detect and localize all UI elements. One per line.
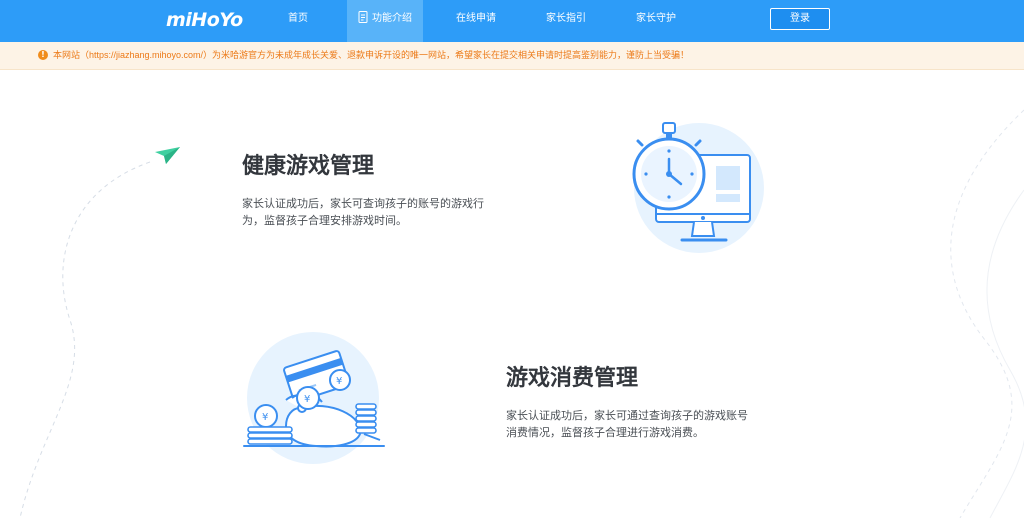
paper-plane-icon (155, 147, 180, 164)
feature-title-healthy-gaming: 健康游戏管理 (242, 154, 375, 179)
feature-desc-spending: 家长认证成功后，家长可通过查询孩子的游戏账号 消费情况，监督孩子合理进行游戏消费… (506, 408, 748, 442)
dashed-path-right (950, 109, 1024, 518)
nav-online-apply[interactable]: 在线申请 (446, 0, 506, 42)
nav-home[interactable]: 首页 (270, 0, 326, 42)
nav-parent-guide[interactable]: 家长指引 (536, 0, 596, 42)
notice-bar: ! 本网站（https://jiazhang.mihoyo.com/）为米哈游官… (0, 42, 1024, 70)
money-bag-coins-icon: ¥ ¥ ¥ (243, 332, 385, 464)
nav-home-label: 首页 (288, 13, 308, 24)
stopwatch-monitor-icon (632, 122, 764, 253)
svg-text:¥: ¥ (336, 376, 342, 387)
nav-parent-guard[interactable]: 家长守护 (626, 0, 686, 42)
feature-desc-line: 家长认证成功后，家长可通过查询孩子的游戏账号 (506, 410, 748, 422)
login-button[interactable]: 登录 (770, 8, 830, 30)
document-icon (358, 10, 368, 23)
dashed-path-left (19, 161, 151, 518)
notice-text: 本网站（https://jiazhang.mihoyo.com/）为米哈游官方为… (53, 50, 690, 60)
nav-parent-guard-label: 家长守护 (636, 13, 676, 24)
svg-text:¥: ¥ (304, 394, 310, 405)
nav-parent-guide-label: 家长指引 (546, 13, 586, 24)
background-decoration (19, 109, 1024, 518)
feature-desc-line: 家长认证成功后，家长可查询孩子的账号的游戏行 (242, 198, 484, 210)
feature-desc-line: 为，监督孩子合理安排游戏时间。 (242, 215, 407, 227)
mihoyo-logo[interactable]: miHoYo (166, 7, 243, 33)
nav-features[interactable]: 功能介绍 (347, 0, 423, 42)
info-icon: ! (38, 50, 48, 60)
wave-line-right (986, 189, 1024, 518)
top-navigation-bar: miHoYo 首页 功能介绍 在线申请 家长指引 家长守护 登录 (0, 0, 1024, 42)
feature-title-spending: 游戏消费管理 (506, 366, 639, 391)
nav-features-label: 功能介绍 (372, 13, 412, 24)
feature-desc-healthy-gaming: 家长认证成功后，家长可查询孩子的账号的游戏行 为，监督孩子合理安排游戏时间。 (242, 196, 484, 230)
feature-desc-line: 消费情况，监督孩子合理进行游戏消费。 (506, 427, 704, 439)
svg-text:¥: ¥ (262, 412, 268, 423)
nav-online-apply-label: 在线申请 (456, 13, 496, 24)
